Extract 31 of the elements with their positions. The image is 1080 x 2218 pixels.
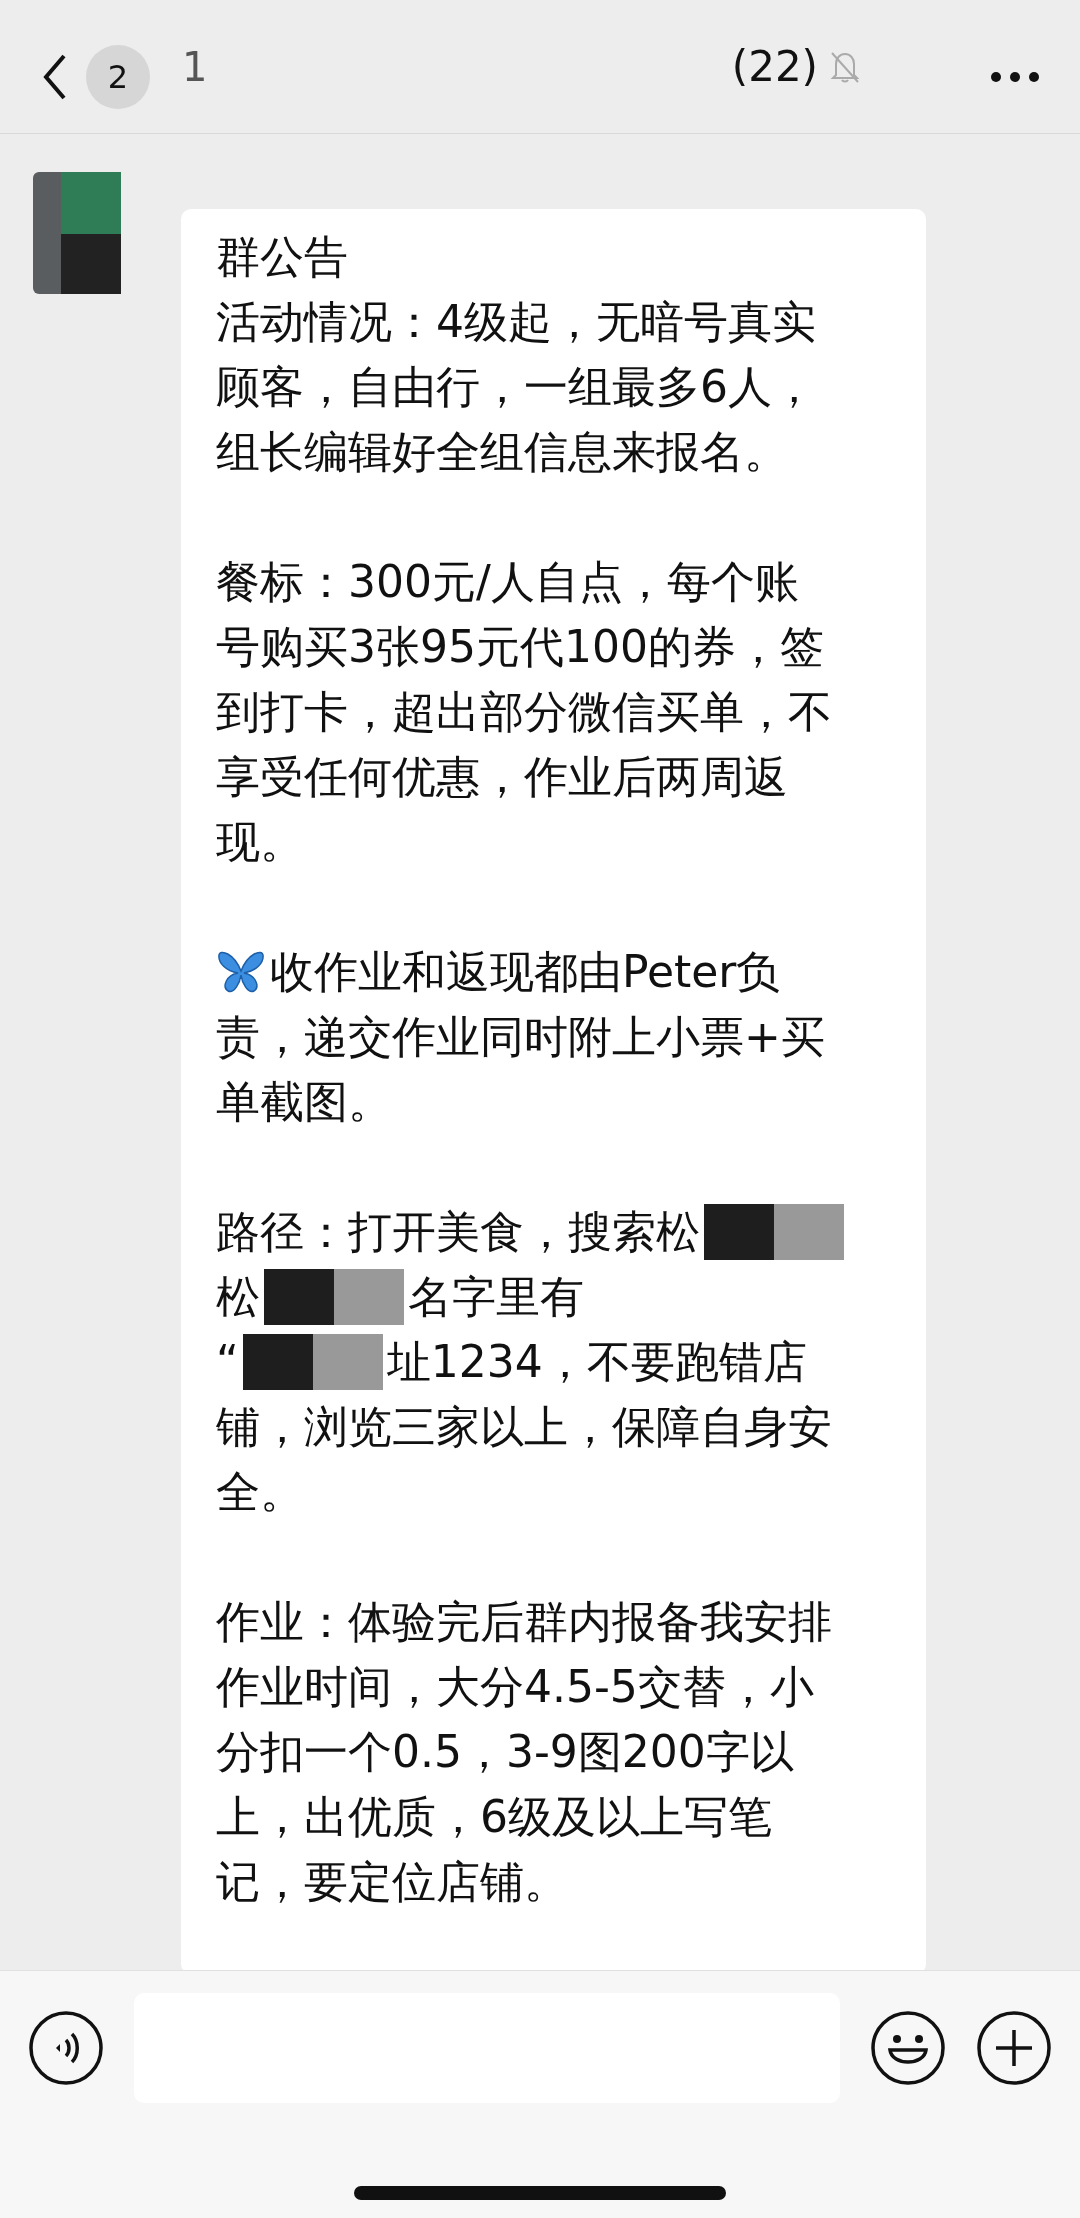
message-text: 活动情况：4级起，无暗号真实 xyxy=(216,295,816,349)
message-text: 记，要定位店铺。 xyxy=(216,1855,568,1909)
plus-icon[interactable] xyxy=(976,2010,1052,2086)
message-text: 上，出优质，6级及以上写笔 xyxy=(216,1790,772,1844)
chat-title: 1 xyxy=(182,42,208,92)
message-text: 现。 xyxy=(216,815,304,869)
message-text: 作业：体验完后群内报备我安排 xyxy=(216,1595,832,1649)
message-text: 路径：打开美食，搜索松 xyxy=(216,1205,700,1259)
message-text: 责，递交作业同时附上小票+买 xyxy=(216,1010,825,1064)
unread-count-badge: 2 xyxy=(86,44,150,109)
message-text: 全。 xyxy=(216,1465,304,1519)
emoji-icon[interactable] xyxy=(870,2010,946,2086)
voice-icon[interactable] xyxy=(28,2010,104,2086)
message-text: 收作业和返现都由Peter负 xyxy=(270,945,781,999)
message-text: 群公告 xyxy=(216,230,348,284)
member-count: (22) xyxy=(731,41,818,93)
message-text: 单截图。 xyxy=(216,1075,392,1129)
message-text: 享受任何优惠，作业后两周返 xyxy=(216,750,788,804)
message-text: 松 xyxy=(216,1270,260,1324)
message-text: “ xyxy=(216,1335,239,1389)
message-text: 号购买3张95元代100的券，签 xyxy=(216,620,824,674)
message-text: 址1234，不要跑错店 xyxy=(386,1335,807,1389)
message-text: 名字里有 xyxy=(408,1270,584,1324)
message-text: 铺，浏览三家以上，保障自身安 xyxy=(216,1400,832,1454)
message-text: 分扣一个0.5，3-9图200字以 xyxy=(216,1725,794,1779)
message-text: 到打卡，超出部分微信买单，不 xyxy=(216,685,832,739)
message-text: 餐标：300元/人自点，每个账 xyxy=(216,555,799,609)
message-text: 组长编辑好全组信息来报名。 xyxy=(216,425,788,479)
message-text: 顾客，自由行，一组最多6人， xyxy=(216,360,816,414)
message-text: 作业时间，大分4.5-5交替，小 xyxy=(216,1660,814,1714)
more-icon[interactable] xyxy=(990,70,1040,83)
